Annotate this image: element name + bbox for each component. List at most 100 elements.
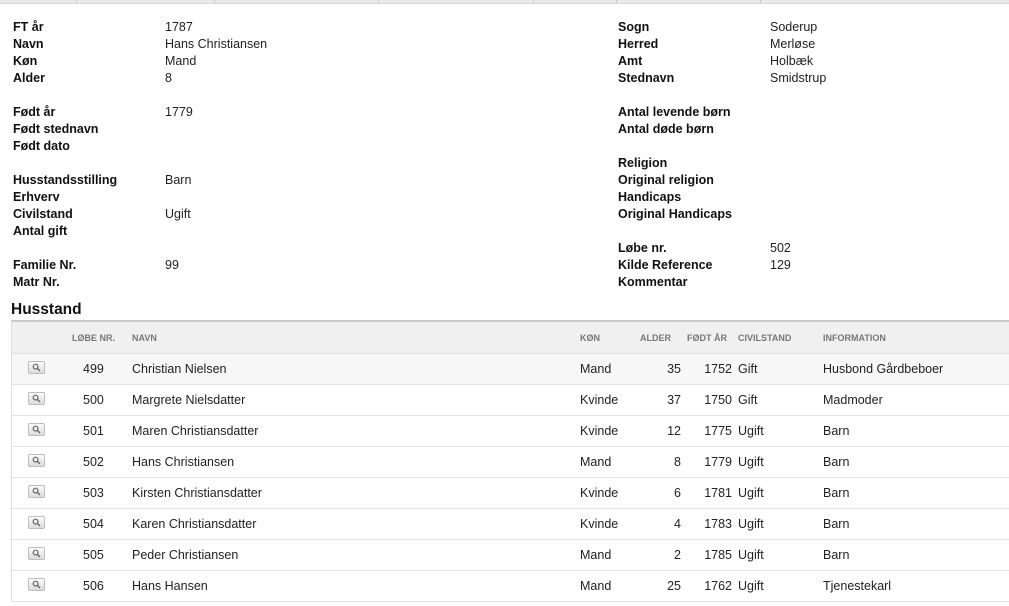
household-header-row: Løbe nr. Navn Køn Alder Født år Civilsta…: [12, 322, 1009, 354]
magnifier-icon[interactable]: [28, 453, 45, 467]
household-table-wrap: Løbe nr. Navn Køn Alder Født år Civilsta…: [11, 320, 1009, 602]
cell-navn: Christian Nielsen: [132, 353, 580, 385]
cell-civilstand: Ugift: [738, 477, 823, 509]
cell-lobe: 504: [70, 508, 132, 540]
detail-label: Født dato: [13, 139, 70, 153]
cell-kon: Kvinde: [580, 508, 640, 540]
magnifier-icon[interactable]: [28, 577, 45, 591]
detail-label: Født stednavn: [13, 122, 99, 136]
detail-label: Stednavn: [618, 71, 675, 85]
cell-kon: Mand: [580, 353, 640, 385]
detail-label: Religion: [618, 156, 668, 170]
detail-row-alder: Alder 8: [13, 70, 172, 87]
detail-value: Hans Christiansen: [165, 37, 268, 51]
cell-information: Barn: [823, 446, 1009, 478]
cell-fodt: 1785: [687, 539, 738, 571]
detail-value: 99: [165, 258, 179, 272]
cell-navn: Hans Hansen: [132, 570, 580, 602]
magnifier-icon[interactable]: [28, 484, 45, 498]
detail-label: Familie Nr.: [13, 258, 77, 272]
row-action-cell: [12, 477, 70, 509]
row-action-cell: [12, 570, 70, 602]
table-row[interactable]: 506 Hans Hansen Mand 25 1762 Ugift Tjenestekar…: [12, 570, 1009, 602]
detail-value: 1787: [165, 20, 193, 34]
cell-information: Husbond Gårdbeboer: [823, 353, 1009, 385]
cell-navn: Kirsten Christiansdatter: [132, 477, 580, 509]
cell-information: Barn: [823, 477, 1009, 509]
cell-kon: Kvinde: [580, 477, 640, 509]
detail-label: Original religion: [618, 173, 714, 187]
col-header-navn[interactable]: Navn: [132, 322, 580, 354]
col-header-alder[interactable]: Alder: [640, 322, 687, 354]
person-details-left: FT år 1787 Navn Hans Christiansen Køn Mand Ald…: [13, 19, 267, 291]
detail-label: Kilde Reference: [618, 258, 713, 272]
table-row[interactable]: 503 Kirsten Christiansdatter Kvinde 6 1781 Ug…: [12, 477, 1009, 509]
table-row[interactable]: 500 Margrete Nielsdatter Kvinde 37 1750 Gift M…: [12, 384, 1009, 416]
household-title: Husstand: [11, 301, 82, 318]
cell-fodt: 1775: [687, 415, 738, 447]
row-action-cell: [12, 384, 70, 416]
detail-row-navn: Navn Hans Christiansen: [13, 36, 267, 53]
cell-kon: Mand: [580, 539, 640, 571]
cell-fodt: 1762: [687, 570, 738, 602]
cell-lobe: 503: [70, 477, 132, 509]
magnifier-icon[interactable]: [28, 422, 45, 436]
detail-label: Køn: [13, 54, 38, 68]
detail-value: Mand: [165, 54, 197, 68]
col-header-kon[interactable]: Køn: [580, 322, 640, 354]
col-header-civilstand[interactable]: Civilstand: [738, 322, 823, 354]
cell-alder: 8: [640, 446, 687, 478]
table-row[interactable]: 504 Karen Christiansdatter Kvinde 4 1783 Ugif…: [12, 508, 1009, 540]
detail-label: Original Handicaps: [618, 207, 732, 221]
col-header-lobe[interactable]: Løbe nr.: [70, 322, 132, 354]
detail-row-kommentar: Kommentar: [618, 274, 732, 291]
cell-kon: Kvinde: [580, 384, 640, 416]
detail-value: 129: [770, 258, 791, 272]
magnifier-icon[interactable]: [28, 391, 45, 405]
row-action-cell: [12, 539, 70, 571]
cell-lobe: 501: [70, 415, 132, 447]
cell-information: Barn: [823, 539, 1009, 571]
detail-row-matr-nr: Matr Nr.: [13, 274, 117, 291]
magnifier-icon[interactable]: [28, 546, 45, 560]
row-action-cell: [12, 446, 70, 478]
row-action-cell: [12, 353, 70, 385]
detail-row-sogn: Sogn Soderup: [618, 19, 817, 36]
magnifier-icon[interactable]: [28, 360, 45, 374]
detail-row-ft-a-r: FT år 1787: [13, 19, 193, 36]
detail-label: Husstandsstilling: [13, 173, 118, 187]
table-row[interactable]: 502 Hans Christiansen Mand 8 1779 Ugift Barn: [12, 446, 1009, 478]
detail-row-f-dt-stednavn: Født stednavn: [13, 121, 117, 138]
cell-fodt: 1779: [687, 446, 738, 478]
detail-row-antal-gift: Antal gift: [13, 223, 117, 240]
cell-kon: Mand: [580, 570, 640, 602]
magnifier-icon[interactable]: [28, 515, 45, 529]
cell-civilstand: Ugift: [738, 415, 823, 447]
col-header-fodt[interactable]: Født år: [687, 322, 738, 354]
table-row[interactable]: 499 Christian Nielsen Mand 35 1752 Gift Husbon…: [12, 353, 1009, 385]
detail-row-religion: Religion: [618, 155, 732, 172]
cell-fodt: 1750: [687, 384, 738, 416]
detail-row-antal-d-de-b-rn: Antal døde børn: [618, 121, 732, 138]
col-header-information[interactable]: Information: [823, 322, 1009, 354]
cell-kon: Mand: [580, 446, 640, 478]
detail-row-herred: Herred Merløse: [618, 36, 815, 53]
cell-alder: 6: [640, 477, 687, 509]
table-row[interactable]: 501 Maren Christiansdatter Kvinde 12 1775 Ugi…: [12, 415, 1009, 447]
row-action-cell: [12, 508, 70, 540]
detail-value: Soderup: [770, 20, 818, 34]
detail-row-husstandsstilling: Husstandsstilling Barn: [13, 172, 191, 189]
detail-label: Matr Nr.: [13, 275, 60, 289]
detail-row-civilstand: Civilstand Ugift: [13, 206, 191, 223]
cell-information: Madmoder: [823, 384, 1009, 416]
cell-alder: 25: [640, 570, 687, 602]
detail-label: Antal døde børn: [618, 122, 714, 136]
cell-navn: Hans Christiansen: [132, 446, 580, 478]
detail-label: Født år: [13, 105, 56, 119]
detail-label: Civilstand: [13, 207, 73, 221]
household-table: Løbe nr. Navn Køn Alder Født år Civilsta…: [12, 322, 1009, 602]
detail-value: Holbæk: [770, 54, 814, 68]
detail-label: Kommentar: [618, 275, 688, 289]
detail-row-kilde-reference: Kilde Reference 129: [618, 257, 791, 274]
table-row[interactable]: 505 Peder Christiansen Mand 2 1785 Ugift Barn: [12, 539, 1009, 571]
